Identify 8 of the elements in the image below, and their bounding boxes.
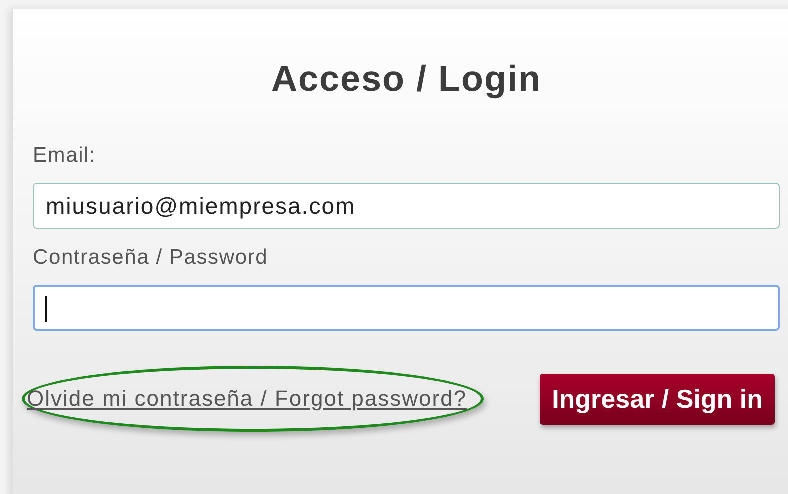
field-label: Email:: [33, 144, 96, 168]
forgot-password-link[interactable]: Olvide mi contraseña / Forgot password?: [27, 386, 468, 411]
sign-in-button[interactable]: Ingresar / Sign in: [540, 374, 775, 424]
text-cursor: [45, 296, 47, 322]
field-label: Contraseña / Password: [33, 246, 268, 270]
input-field[interactable]: [33, 285, 780, 331]
input-field[interactable]: miusuario@miempresa.com: [33, 183, 780, 229]
login-title: Acceso / Login: [270, 57, 543, 99]
